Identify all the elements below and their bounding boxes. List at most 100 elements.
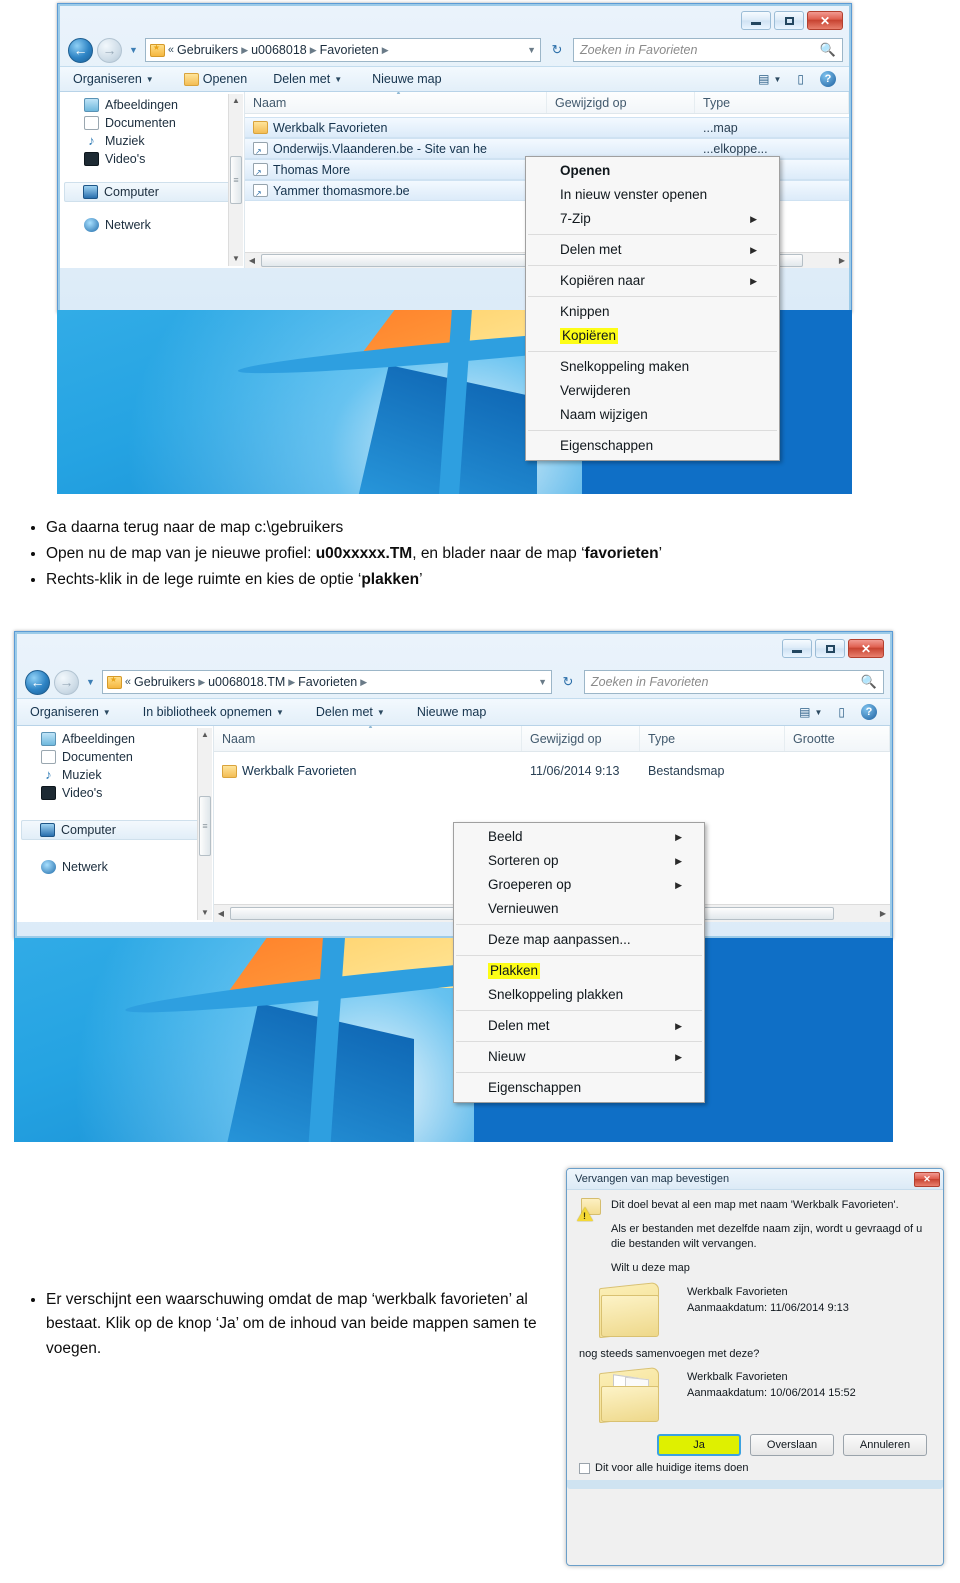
toolbar-organiseren[interactable]: Organiseren ▼ [66, 70, 161, 88]
menu-item-7-zip[interactable]: 7-Zip ▶ [526, 207, 779, 231]
forward-arrow-icon[interactable]: → [97, 37, 122, 63]
close-button[interactable]: ✕ [807, 11, 843, 30]
toolbar-nieuwe-map[interactable]: Nieuwe map [410, 703, 493, 721]
context-menu-1[interactable]: Openen In nieuw venster openen 7-Zip ▶ De… [525, 156, 780, 461]
scroll-right-icon[interactable]: ▶ [835, 256, 849, 265]
column-gewijzigd-op[interactable]: Gewijzigd op [522, 726, 640, 751]
menu-item-kopieren-naar[interactable]: Kopiëren naar ▶ [526, 269, 779, 293]
sidebar-item-muziek[interactable]: ♪ Muziek [60, 132, 244, 150]
view-list-icon[interactable]: ▤ ▼ [792, 703, 829, 721]
search-input[interactable]: Zoeken in Favorieten 🔍 [584, 670, 884, 694]
breadcrumb-item-0[interactable]: Gebruikers [177, 43, 238, 57]
sidebar-item-documenten[interactable]: Documenten [17, 748, 213, 766]
sidebar-scrollbar-2[interactable]: ▲ ▼ [197, 728, 212, 920]
checkbox-box[interactable] [579, 1462, 590, 1474]
sidebar-item-computer[interactable]: Computer [64, 182, 240, 202]
cancel-button[interactable]: Annuleren [843, 1434, 927, 1457]
dialog-close-button[interactable]: ✕ [914, 1171, 940, 1187]
search-input[interactable]: Zoeken in Favorieten 🔍 [573, 38, 843, 62]
preview-pane-icon[interactable]: ▯ [831, 703, 852, 721]
dialog-buttons[interactable]: Ja Overslaan Annuleren [577, 1434, 927, 1457]
toolbar-delen-met[interactable]: Delen met ▼ [266, 70, 349, 88]
preview-pane-icon[interactable]: ▯ [790, 70, 811, 88]
scrollbar-thumb[interactable] [199, 796, 211, 856]
menu-item-snelkoppeling-plakken[interactable]: Snelkoppeling plakken [454, 983, 704, 1007]
help-button[interactable]: ? [813, 69, 843, 89]
menu-item-openen[interactable]: Openen [526, 159, 779, 183]
view-list-icon[interactable]: ▤ ▼ [751, 70, 788, 88]
yes-button[interactable]: Ja [657, 1434, 741, 1457]
scroll-left-icon[interactable]: ◀ [245, 256, 259, 265]
scroll-left-icon[interactable]: ◀ [214, 909, 228, 918]
breadcrumb-item-2[interactable]: Favorieten [298, 675, 357, 689]
column-headers-1[interactable]: Naam Gewijzigd op Type [245, 92, 849, 114]
address-chevron-down-icon[interactable]: ▼ [527, 45, 536, 55]
sidebar-item-muziek[interactable]: ♪ Muziek [17, 766, 213, 784]
breadcrumb[interactable]: « Gebruikers ▶ u0068018 ▶ Favorieten ▶ ▼ [144, 38, 541, 62]
menu-item-sorteren-op[interactable]: Sorteren op ▶ [454, 849, 704, 873]
menu-item-delen-met[interactable]: Delen met ▶ [526, 238, 779, 262]
back-arrow-icon[interactable]: ← [68, 37, 93, 63]
column-gewijzigd-op[interactable]: Gewijzigd op [547, 92, 695, 113]
column-type[interactable]: Type [640, 726, 785, 751]
help-button[interactable]: ? [854, 702, 884, 722]
sidebar-item-netwerk[interactable]: Netwerk [60, 216, 244, 234]
column-grootte[interactable]: Grootte [785, 726, 890, 751]
table-row[interactable]: Werkbalk Favorieten ...map [245, 117, 849, 138]
menu-item-in-nieuw-venster-openen[interactable]: In nieuw venster openen [526, 183, 779, 207]
window-buttons-1[interactable]: ✕ [741, 11, 843, 30]
close-button[interactable]: ✕ [848, 639, 884, 658]
maximize-button[interactable] [774, 11, 804, 30]
breadcrumb-overflow-icon[interactable]: « [168, 44, 174, 56]
menu-item-groeperen-op[interactable]: Groeperen op ▶ [454, 873, 704, 897]
menu-item-delen-met[interactable]: Delen met ▶ [454, 1014, 704, 1038]
menu-item-deze-map-aanpassen[interactable]: Deze map aanpassen... [454, 928, 704, 952]
breadcrumb[interactable]: « Gebruikers ▶ u0068018.TM ▶ Favorieten … [101, 670, 552, 694]
skip-button[interactable]: Overslaan [750, 1434, 834, 1457]
sidebar-item-computer[interactable]: Computer [21, 820, 209, 840]
toolbar-1[interactable]: Organiseren ▼ Openen Delen met ▼ Nieuwe … [60, 66, 849, 92]
menu-item-beeld[interactable]: Beeld ▶ [454, 825, 704, 849]
scroll-down-icon[interactable]: ▼ [229, 252, 243, 266]
replace-folder-dialog[interactable]: Vervangen van map bevestigen ✕ Dit doel … [566, 1168, 944, 1566]
recent-locations-chevron-down-icon[interactable]: ▼ [83, 677, 98, 687]
breadcrumb-item-0[interactable]: Gebruikers [134, 675, 195, 689]
breadcrumb-item-1[interactable]: u0068018.TM [208, 675, 285, 689]
toolbar-nieuwe-map[interactable]: Nieuwe map [365, 70, 448, 88]
minimize-button[interactable] [782, 639, 812, 658]
refresh-icon[interactable]: ↻ [556, 670, 580, 694]
menu-item-eigenschappen[interactable]: Eigenschappen [526, 434, 779, 458]
back-arrow-icon[interactable]: ← [25, 669, 50, 695]
minimize-button[interactable] [741, 11, 771, 30]
navigation-pane-2[interactable]: Afbeeldingen Documenten ♪ Muziek Video's [17, 726, 214, 922]
menu-item-eigenschappen[interactable]: Eigenschappen [454, 1076, 704, 1100]
column-type[interactable]: Type [695, 92, 849, 113]
menu-item-kopieren[interactable]: Kopiëren [526, 324, 779, 348]
menu-item-verwijderen[interactable]: Verwijderen [526, 379, 779, 403]
sidebar-item-afbeeldingen[interactable]: Afbeeldingen [17, 730, 213, 748]
menu-item-naam-wijzigen[interactable]: Naam wijzigen [526, 403, 779, 427]
toolbar-delen-met[interactable]: Delen met ▼ [309, 703, 392, 721]
scrollbar-thumb[interactable] [230, 156, 242, 204]
refresh-icon[interactable]: ↻ [545, 38, 569, 62]
sidebar-item-afbeeldingen[interactable]: Afbeeldingen [60, 96, 244, 114]
toolbar-openen[interactable]: Openen [177, 70, 254, 88]
sidebar-item-videos[interactable]: Video's [17, 784, 213, 802]
context-menu-2[interactable]: Beeld ▶ Sorteren op ▶ Groeperen op ▶ Vernie… [453, 822, 705, 1103]
toolbar-organiseren[interactable]: Organiseren ▼ [23, 703, 118, 721]
scroll-down-icon[interactable]: ▼ [198, 906, 212, 920]
breadcrumb-overflow-icon[interactable]: « [125, 676, 131, 688]
sidebar-item-netwerk[interactable]: Netwerk [17, 858, 213, 876]
address-chevron-down-icon[interactable]: ▼ [538, 677, 547, 687]
scroll-right-icon[interactable]: ▶ [876, 909, 890, 918]
breadcrumb-item-2[interactable]: Favorieten [320, 43, 379, 57]
menu-item-knippen[interactable]: Knippen [526, 300, 779, 324]
menu-item-snelkoppeling-maken[interactable]: Snelkoppeling maken [526, 355, 779, 379]
column-naam[interactable]: Naam [245, 92, 547, 113]
sidebar-item-documenten[interactable]: Documenten [60, 114, 244, 132]
toolbar-in-bibliotheek-opnemen[interactable]: In bibliotheek opnemen ▼ [136, 703, 291, 721]
maximize-button[interactable] [815, 639, 845, 658]
scroll-up-icon[interactable]: ▲ [229, 94, 243, 108]
menu-item-plakken[interactable]: Plakken [454, 959, 704, 983]
sidebar-scrollbar-1[interactable]: ▲ ▼ [228, 94, 243, 266]
